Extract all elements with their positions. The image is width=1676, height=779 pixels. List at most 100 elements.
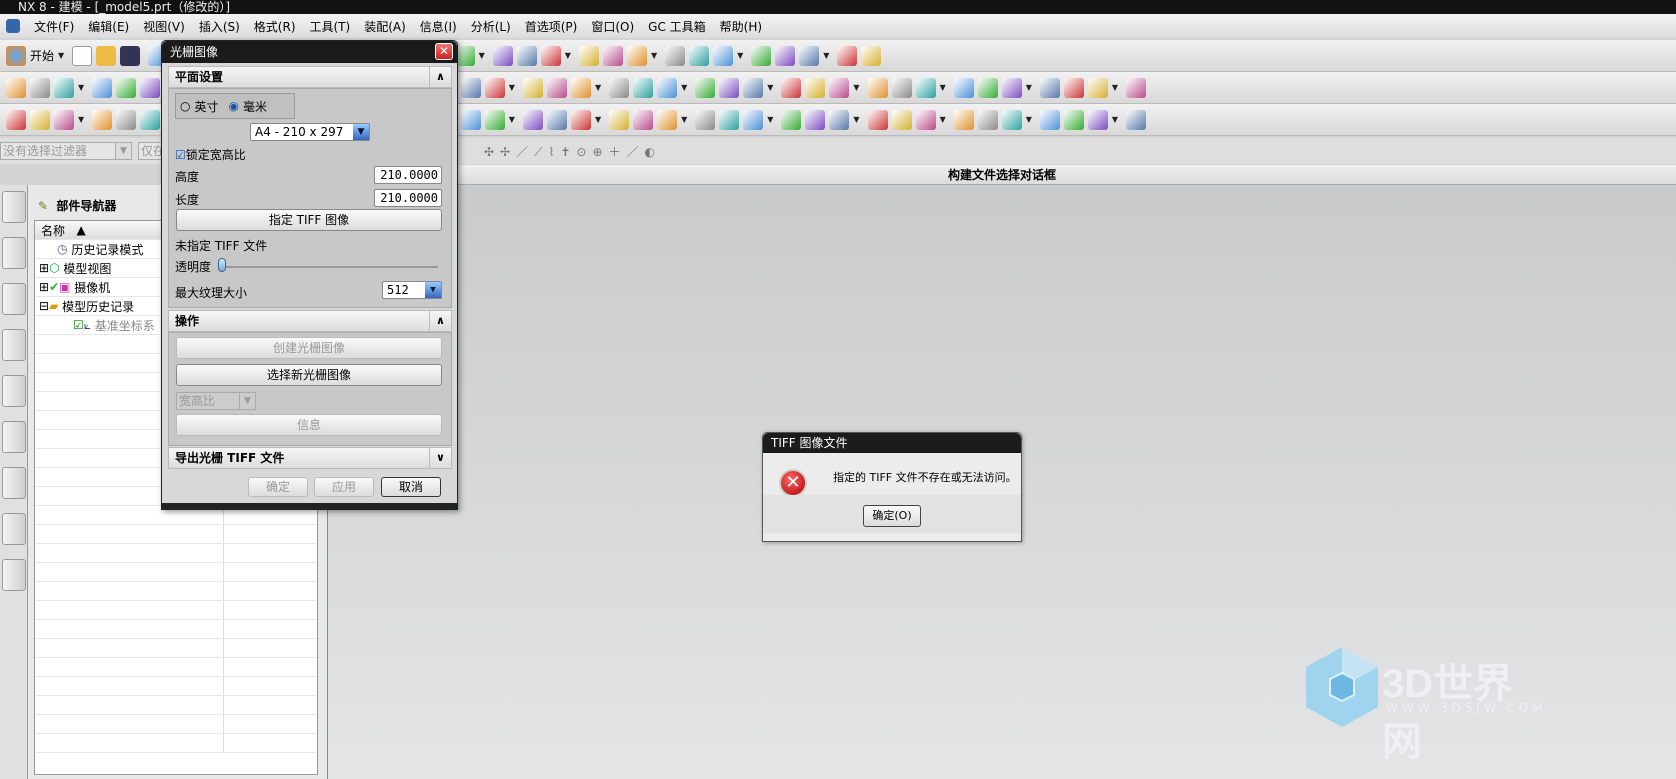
chevron-down-icon[interactable]: ▼ [78,83,84,92]
chevron-down-icon[interactable]: ▼ [737,51,743,60]
part-navigator-tab[interactable] [2,283,26,315]
chevron-down-icon[interactable]: ▼ [767,115,773,124]
toolbar-tool-icon[interactable] [695,109,716,130]
toolbar-tool-icon[interactable] [743,109,764,130]
new-file-icon[interactable] [72,45,93,66]
toolbar-tool-icon[interactable] [460,77,481,98]
toolbar-tool-icon[interactable] [689,45,710,66]
toolbar-tool-icon[interactable] [713,45,734,66]
toolbar-tool-icon[interactable] [546,109,567,130]
toolbar-tool-icon[interactable] [1087,77,1108,98]
chevron-down-icon[interactable]: ▼ [1026,83,1032,92]
menu-item[interactable]: 格式(R) [254,18,296,35]
toolbar-tool-icon[interactable] [915,109,936,130]
chevron-up-icon[interactable]: ∧ [429,67,451,87]
chevron-down-icon[interactable]: ∨ [429,448,451,468]
toolbar-tool-icon[interactable] [829,77,850,98]
toolbar-tool-icon[interactable] [1063,109,1084,130]
toolbar-tool-icon[interactable] [54,77,74,98]
toolbar-tool-icon[interactable] [1039,109,1060,130]
toolbar-tool-icon[interactable] [695,77,716,98]
specify-tiff-button[interactable]: 指定 TIFF 图像 [176,209,442,231]
toolbar-tool-icon[interactable] [867,77,888,98]
toolbar-tool-icon[interactable] [719,109,740,130]
toolbar-tool-icon[interactable] [546,77,567,98]
reuse-library-tab[interactable] [2,329,26,361]
toolbar-tool-icon[interactable] [829,109,850,130]
toolbar-tool-icon[interactable] [492,45,513,66]
toolbar-tool-icon[interactable] [570,77,591,98]
chevron-down-icon[interactable]: ▼ [1112,115,1118,124]
chevron-down-icon[interactable]: ▼ [681,83,687,92]
menu-item[interactable]: 信息(I) [420,18,457,35]
max-texture-select[interactable]: 512 ▼ [382,281,442,299]
toolbar-tool-icon[interactable] [1001,109,1022,130]
toolbar-tool-icon[interactable] [775,45,796,66]
snap-point-icons[interactable]: ✣✢／⟋⌇✝⊙⊕＋／◐ [484,143,661,160]
chevron-down-icon[interactable]: ▼ [823,51,829,60]
aspect-combo[interactable]: 宽高比 ▼ [176,392,256,410]
chevron-down-icon[interactable]: ▼ [509,115,515,124]
toolbar-tool-icon[interactable] [657,77,678,98]
toolbar-tool-icon[interactable] [516,45,537,66]
start-button[interactable]: 开始 [30,47,54,64]
chevron-down-icon[interactable]: ▼ [1026,115,1032,124]
cancel-button[interactable]: 取消 [381,477,441,497]
toolbar-tool-icon[interactable] [540,45,561,66]
select-raster-button[interactable]: 选择新光栅图像 [176,364,442,386]
toolbar-tool-icon[interactable] [837,45,858,66]
menu-item[interactable]: 文件(F) [34,18,74,35]
toolbar-tool-icon[interactable] [6,109,26,130]
open-folder-icon[interactable] [96,45,117,66]
menu-item[interactable]: 工具(T) [310,18,351,35]
chevron-down-icon[interactable]: ▼ [78,115,84,124]
chevron-down-icon[interactable]: ▼ [940,115,946,124]
chevron-up-icon[interactable]: ∧ [429,311,451,331]
toolbar-tool-icon[interactable] [92,109,113,130]
message-ok-button[interactable]: 确定(O) [863,505,921,527]
toolbar-tool-icon[interactable] [30,109,50,130]
constraint-navigator-tab[interactable] [2,237,26,269]
assembly-navigator-tab[interactable] [2,191,26,223]
toolbar-tool-icon[interactable] [1063,77,1084,98]
menu-item[interactable]: GC 工具箱 [648,18,706,35]
toolbar-tool-icon[interactable] [609,109,630,130]
history-tab[interactable] [2,421,26,453]
chevron-down-icon[interactable]: ▼ [565,51,571,60]
chevron-down-icon[interactable]: ▼ [595,115,601,124]
toolbar-tool-icon[interactable] [1126,109,1147,130]
toolbar-tool-icon[interactable] [609,77,630,98]
toolbar-tool-icon[interactable] [460,109,481,130]
section-export-tiff[interactable]: 导出光栅 TIFF 文件 ∨ [168,447,452,469]
height-input[interactable]: 210.0000 [374,166,442,184]
toolbar-tool-icon[interactable] [633,77,654,98]
menu-item[interactable]: 分析(L) [471,18,511,35]
section-plane-settings[interactable]: 平面设置 ∧ [168,66,452,88]
toolbar-tool-icon[interactable] [719,77,740,98]
toolbar-tool-icon[interactable] [570,109,591,130]
selection-filter-combo[interactable]: 没有选择过滤器 ▼ [0,142,132,160]
mm-radio[interactable]: ◉ [229,99,239,113]
paper-size-select[interactable]: A4 - 210 x 297 ▼ [250,123,370,141]
toolbar-tool-icon[interactable] [140,77,161,98]
toolbar-tool-icon[interactable] [30,77,50,98]
toolbar-tool-icon[interactable] [116,109,137,130]
save-icon[interactable] [120,45,141,66]
palette-tab[interactable] [2,559,26,591]
toolbar-tool-icon[interactable] [1039,77,1060,98]
chevron-down-icon[interactable]: ▼ [853,115,859,124]
close-button[interactable]: ✕ [435,43,453,60]
toolbar-tool-icon[interactable] [665,45,686,66]
toolbar-tool-icon[interactable] [953,109,974,130]
roles-tab[interactable] [2,513,26,545]
menu-item[interactable]: 首选项(P) [525,18,578,35]
length-input[interactable]: 210.0000 [374,189,442,207]
toolbar-tool-icon[interactable] [1126,77,1147,98]
toolbar-tool-icon[interactable] [977,109,998,130]
toolbar-tool-icon[interactable] [781,77,802,98]
chevron-down-icon[interactable]: ▼ [595,83,601,92]
menu-item[interactable]: 窗口(O) [591,18,634,35]
toolbar-tool-icon[interactable] [805,109,826,130]
chevron-down-icon[interactable]: ▼ [940,83,946,92]
menu-item[interactable]: 编辑(E) [88,18,129,35]
